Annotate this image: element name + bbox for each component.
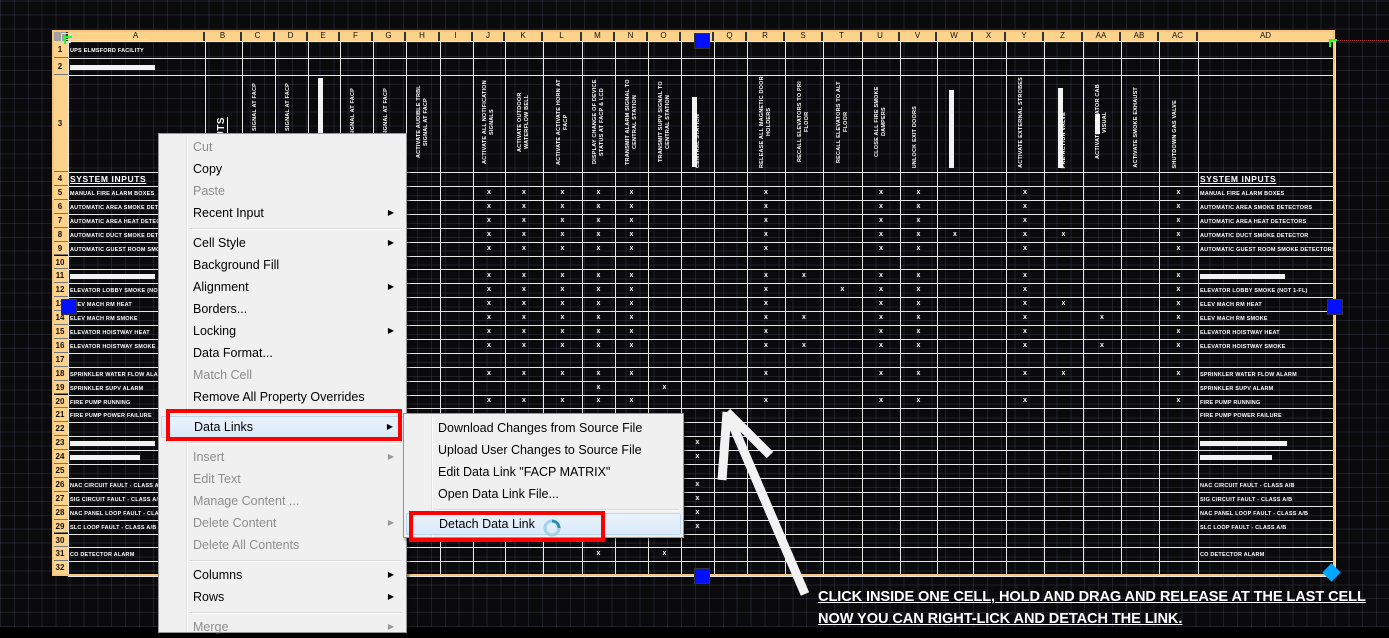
instruction-text-line2: NOW YOU CAN RIGHT-LICK AND DETACH THE LI… xyxy=(818,611,1183,627)
arrow-annotation xyxy=(717,408,810,596)
instruction-text-line1: CLICK INSIDE ONE CELL, HOLD AND DRAG AND… xyxy=(818,589,1366,605)
